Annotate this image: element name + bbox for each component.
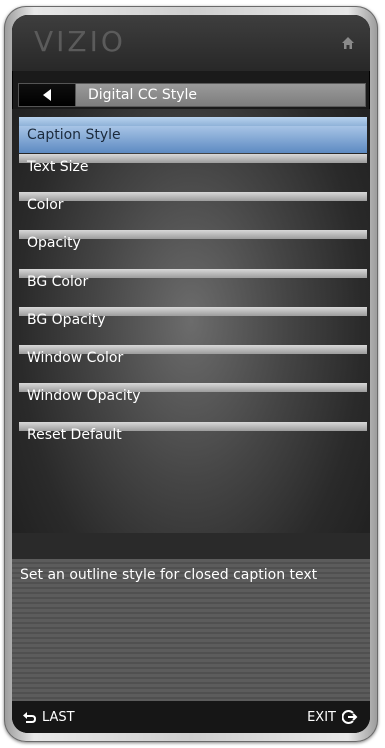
menu-item-window-opacity[interactable]: Window Opacity xyxy=(19,383,367,421)
menu-item-label: Text Size xyxy=(27,159,89,175)
back-arrow-icon xyxy=(43,89,51,101)
menu-item-bar xyxy=(19,192,367,201)
vizio-logo: VIZIO xyxy=(34,25,126,58)
menu-list: Caption Style Text Size Color Opacity BG… xyxy=(12,109,370,533)
menu-titlebar: Digital CC Style xyxy=(18,83,366,107)
home-icon[interactable] xyxy=(340,35,356,51)
menu-item-bg-color[interactable]: BG Color xyxy=(19,269,367,307)
header: VIZIO xyxy=(12,15,370,71)
back-button[interactable] xyxy=(18,83,76,107)
menu-item-window-color[interactable]: Window Color xyxy=(19,345,367,383)
last-button[interactable]: LAST xyxy=(22,709,75,725)
exit-button[interactable]: EXIT xyxy=(307,709,358,725)
menu-spacer xyxy=(12,533,370,559)
help-text: Set an outline style for closed caption … xyxy=(20,567,318,583)
help-panel: Set an outline style for closed caption … xyxy=(12,559,370,701)
menu-item-color[interactable]: Color xyxy=(19,192,367,230)
exit-icon xyxy=(342,710,358,724)
menu-item-label: Color xyxy=(27,197,64,213)
menu-item-label: Window Color xyxy=(27,350,124,366)
footer: LAST EXIT xyxy=(12,701,370,733)
tv-frame: VIZIO Digital CC Style Caption Style Tex… xyxy=(4,6,378,742)
last-label: LAST xyxy=(42,709,75,725)
menu-item-label: Window Opacity xyxy=(27,388,141,404)
return-arrow-icon xyxy=(23,712,36,723)
menu-item-label: Reset Default xyxy=(27,427,122,443)
menu-item-text-size[interactable]: Text Size xyxy=(19,154,367,192)
menu-screen: VIZIO Digital CC Style Caption Style Tex… xyxy=(12,15,370,733)
menu-item-bg-opacity[interactable]: BG Opacity xyxy=(19,307,367,345)
menu-item-opacity[interactable]: Opacity xyxy=(19,230,367,268)
menu-item-label: Opacity xyxy=(27,235,81,251)
menu-item-label: Caption Style xyxy=(27,127,121,143)
menu-item-bar xyxy=(19,117,367,126)
menu-item-label: BG Opacity xyxy=(27,312,106,328)
menu-item-caption-style[interactable]: Caption Style xyxy=(19,117,367,155)
menu-item-reset-default[interactable]: Reset Default xyxy=(19,422,367,460)
menu-title: Digital CC Style xyxy=(76,83,366,107)
exit-label: EXIT xyxy=(307,709,336,725)
menu-item-label: BG Color xyxy=(27,274,89,290)
